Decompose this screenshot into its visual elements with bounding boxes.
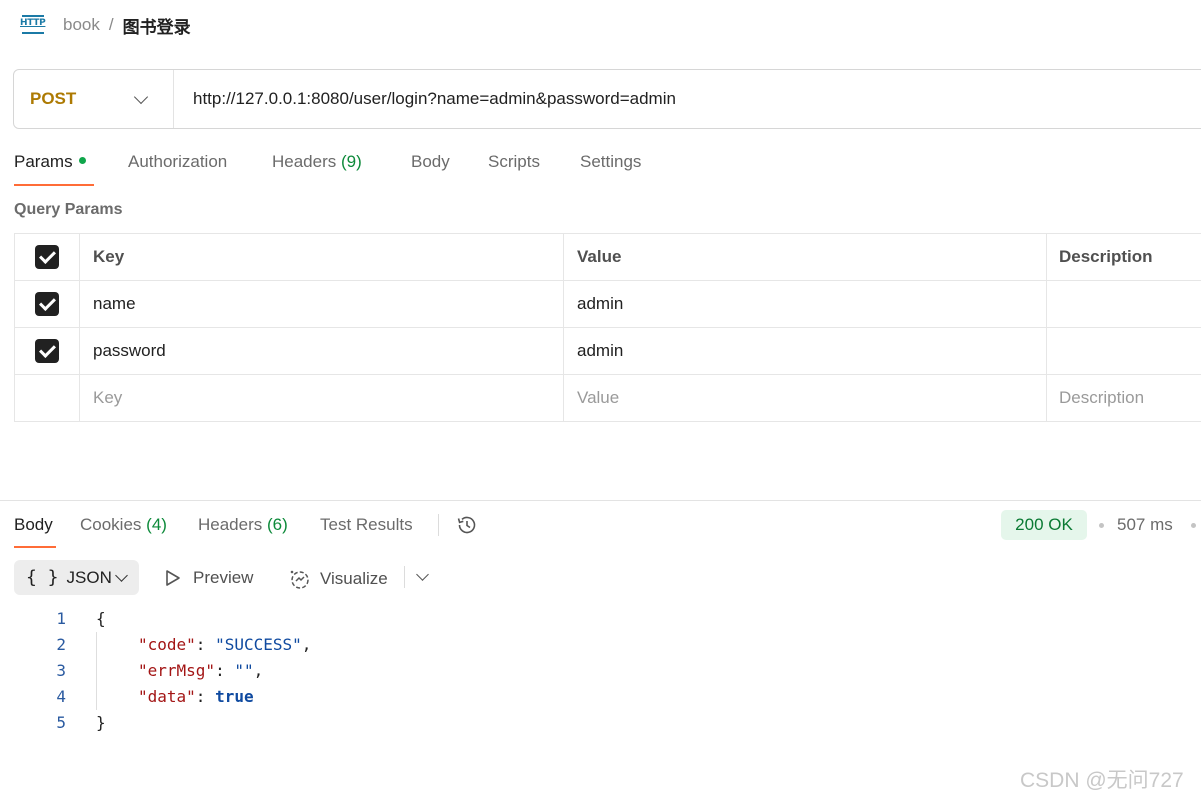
new-value-input[interactable]: Value (564, 375, 1047, 421)
param-value-cell[interactable]: admin (564, 281, 1047, 327)
method-select[interactable]: POST (14, 70, 174, 128)
visualize-icon (290, 570, 309, 589)
breadcrumb-separator: / (108, 15, 114, 34)
line-number: 4 (56, 687, 66, 706)
line-number: 3 (56, 661, 66, 680)
tab-headers[interactable]: Headers (9) (272, 152, 362, 172)
json-value: "SUCCESS" (215, 635, 302, 654)
line-number: 5 (56, 713, 66, 732)
separator-dot (1099, 523, 1104, 528)
breadcrumb: HTTP book / 图书登录 (20, 12, 191, 38)
tab-scripts[interactable]: Scripts (488, 152, 540, 172)
json-key: "code" (138, 635, 196, 654)
play-icon (166, 570, 180, 586)
line-number: 2 (56, 635, 66, 654)
params-indicator-dot (78, 157, 86, 164)
table-row: password admin (14, 328, 1201, 375)
response-time[interactable]: 507 ms (1117, 515, 1173, 535)
preview-button[interactable]: Preview (165, 568, 253, 588)
json-value: "" (234, 661, 254, 680)
table-header-row: Key Value Description (14, 234, 1201, 281)
request-title[interactable]: 图书登录 (123, 13, 191, 38)
json-key: "data" (138, 687, 196, 706)
column-header-key: Key (80, 234, 564, 280)
breadcrumb-parent[interactable]: book (63, 15, 100, 35)
tab-body[interactable]: Body (411, 152, 450, 172)
divider (438, 514, 439, 536)
tab-settings[interactable]: Settings (580, 152, 641, 172)
chevron-down-icon (115, 569, 128, 582)
visualize-button[interactable]: Visualize (288, 568, 388, 590)
divider (404, 566, 405, 588)
param-key-cell[interactable]: name (80, 281, 564, 327)
param-description-cell[interactable] (1047, 281, 1201, 327)
column-header-description: Description (1059, 247, 1153, 266)
http-icon: HTTP (20, 13, 46, 37)
response-tab-cookies[interactable]: Cookies (4) (80, 515, 167, 535)
new-description-input[interactable]: Description (1047, 375, 1201, 421)
line-number: 1 (56, 609, 66, 628)
format-label: JSON (66, 567, 112, 587)
tab-authorization[interactable]: Authorization (128, 152, 227, 172)
json-value: true (215, 687, 254, 706)
response-tab-body[interactable]: Body (14, 515, 53, 535)
param-value-cell[interactable]: admin (564, 328, 1047, 374)
pane-divider[interactable] (0, 500, 1201, 501)
response-tab-headers[interactable]: Headers (6) (198, 515, 288, 535)
params-table: Key Value Description name admin passwor… (14, 233, 1201, 422)
tab-params[interactable]: Params (14, 152, 86, 172)
param-description-cell[interactable] (1047, 328, 1201, 374)
column-header-value: Value (564, 234, 1047, 280)
table-row-empty: Key Value Description (14, 375, 1201, 422)
status-badge[interactable]: 200 OK (1001, 510, 1087, 540)
separator-dot (1191, 523, 1196, 528)
method-label: POST (30, 89, 77, 108)
url-bar: POST http://127.0.0.1:8080/user/login?na… (13, 69, 1201, 129)
table-row: name admin (14, 281, 1201, 328)
section-title: Query Params (14, 201, 123, 218)
response-tab-test-results[interactable]: Test Results (320, 515, 413, 535)
url-input[interactable]: http://127.0.0.1:8080/user/login?name=ad… (174, 89, 676, 109)
json-key: "errMsg" (138, 661, 216, 680)
braces-icon: { } (26, 567, 59, 588)
active-response-tab-indicator (14, 546, 56, 548)
row-checkbox[interactable] (35, 339, 59, 363)
chevron-down-icon (133, 89, 149, 105)
row-checkbox[interactable] (35, 292, 59, 316)
watermark: CSDN @无问727 (1020, 769, 1184, 792)
new-key-input[interactable]: Key (80, 375, 564, 421)
active-tab-indicator (14, 184, 94, 186)
format-select[interactable]: { } JSON (14, 560, 139, 595)
history-icon[interactable] (455, 513, 479, 537)
chevron-down-icon[interactable] (416, 568, 429, 581)
select-all-checkbox[interactable] (35, 245, 59, 269)
indent-guide (96, 632, 97, 710)
param-key-cell[interactable]: password (80, 328, 564, 374)
